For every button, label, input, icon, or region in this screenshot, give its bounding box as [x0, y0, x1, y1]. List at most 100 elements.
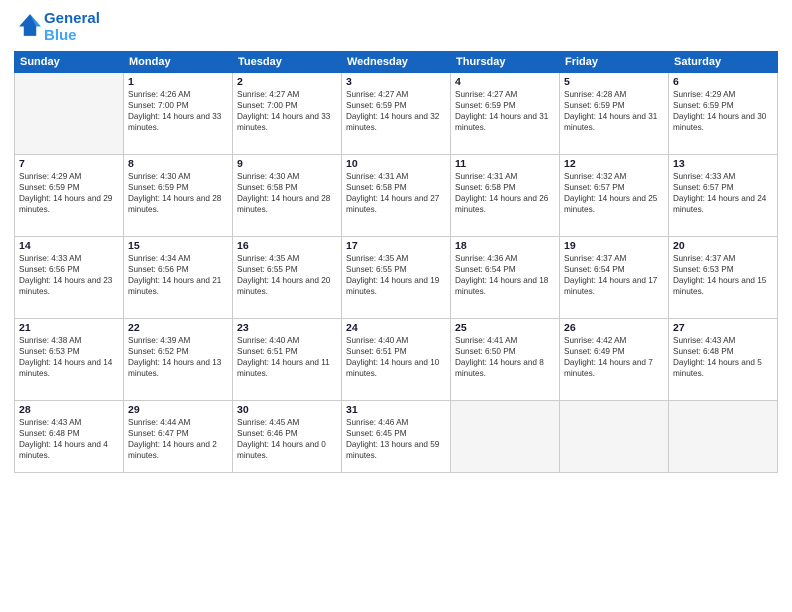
day-info: Sunrise: 4:37 AMSunset: 6:54 PMDaylight:…	[564, 253, 664, 297]
day-number: 17	[346, 240, 446, 252]
calendar-day-cell: 24Sunrise: 4:40 AMSunset: 6:51 PMDayligh…	[342, 318, 451, 400]
day-info: Sunrise: 4:30 AMSunset: 6:58 PMDaylight:…	[237, 171, 337, 215]
day-info: Sunrise: 4:27 AMSunset: 7:00 PMDaylight:…	[237, 89, 337, 133]
day-info: Sunrise: 4:33 AMSunset: 6:57 PMDaylight:…	[673, 171, 773, 215]
day-info: Sunrise: 4:45 AMSunset: 6:46 PMDaylight:…	[237, 417, 337, 461]
calendar-day-cell: 15Sunrise: 4:34 AMSunset: 6:56 PMDayligh…	[124, 236, 233, 318]
day-number: 23	[237, 322, 337, 334]
calendar-header-tuesday: Tuesday	[233, 51, 342, 72]
calendar-day-cell: 30Sunrise: 4:45 AMSunset: 6:46 PMDayligh…	[233, 400, 342, 472]
calendar-day-cell: 22Sunrise: 4:39 AMSunset: 6:52 PMDayligh…	[124, 318, 233, 400]
day-info: Sunrise: 4:32 AMSunset: 6:57 PMDaylight:…	[564, 171, 664, 215]
calendar-day-cell: 16Sunrise: 4:35 AMSunset: 6:55 PMDayligh…	[233, 236, 342, 318]
day-number: 24	[346, 322, 446, 334]
day-number: 30	[237, 404, 337, 416]
day-number: 12	[564, 158, 664, 170]
day-info: Sunrise: 4:29 AMSunset: 6:59 PMDaylight:…	[673, 89, 773, 133]
day-info: Sunrise: 4:38 AMSunset: 6:53 PMDaylight:…	[19, 335, 119, 379]
calendar-day-cell: 29Sunrise: 4:44 AMSunset: 6:47 PMDayligh…	[124, 400, 233, 472]
day-info: Sunrise: 4:30 AMSunset: 6:59 PMDaylight:…	[128, 171, 228, 215]
day-number: 10	[346, 158, 446, 170]
calendar-day-cell: 21Sunrise: 4:38 AMSunset: 6:53 PMDayligh…	[15, 318, 124, 400]
day-number: 13	[673, 158, 773, 170]
day-number: 2	[237, 76, 337, 88]
calendar-week-row: 28Sunrise: 4:43 AMSunset: 6:48 PMDayligh…	[15, 400, 778, 472]
calendar-day-cell: 3Sunrise: 4:27 AMSunset: 6:59 PMDaylight…	[342, 72, 451, 154]
calendar-day-cell	[560, 400, 669, 472]
day-info: Sunrise: 4:31 AMSunset: 6:58 PMDaylight:…	[346, 171, 446, 215]
day-info: Sunrise: 4:40 AMSunset: 6:51 PMDaylight:…	[237, 335, 337, 379]
day-number: 20	[673, 240, 773, 252]
calendar-header-sunday: Sunday	[15, 51, 124, 72]
calendar-day-cell	[15, 72, 124, 154]
day-number: 19	[564, 240, 664, 252]
calendar-day-cell: 17Sunrise: 4:35 AMSunset: 6:55 PMDayligh…	[342, 236, 451, 318]
calendar-header-monday: Monday	[124, 51, 233, 72]
day-number: 6	[673, 76, 773, 88]
day-number: 7	[19, 158, 119, 170]
calendar-day-cell: 4Sunrise: 4:27 AMSunset: 6:59 PMDaylight…	[451, 72, 560, 154]
calendar-day-cell: 20Sunrise: 4:37 AMSunset: 6:53 PMDayligh…	[669, 236, 778, 318]
calendar-header-row: SundayMondayTuesdayWednesdayThursdayFrid…	[15, 51, 778, 72]
page: General Blue SundayMondayTuesdayWednesda…	[0, 0, 792, 612]
day-number: 31	[346, 404, 446, 416]
day-info: Sunrise: 4:34 AMSunset: 6:56 PMDaylight:…	[128, 253, 228, 297]
calendar-day-cell	[451, 400, 560, 472]
calendar-day-cell	[669, 400, 778, 472]
calendar-day-cell: 10Sunrise: 4:31 AMSunset: 6:58 PMDayligh…	[342, 154, 451, 236]
day-number: 21	[19, 322, 119, 334]
calendar-day-cell: 27Sunrise: 4:43 AMSunset: 6:48 PMDayligh…	[669, 318, 778, 400]
day-number: 27	[673, 322, 773, 334]
day-number: 29	[128, 404, 228, 416]
day-number: 3	[346, 76, 446, 88]
calendar-header-friday: Friday	[560, 51, 669, 72]
day-number: 4	[455, 76, 555, 88]
day-info: Sunrise: 4:37 AMSunset: 6:53 PMDaylight:…	[673, 253, 773, 297]
calendar-header-wednesday: Wednesday	[342, 51, 451, 72]
calendar-week-row: 21Sunrise: 4:38 AMSunset: 6:53 PMDayligh…	[15, 318, 778, 400]
day-info: Sunrise: 4:39 AMSunset: 6:52 PMDaylight:…	[128, 335, 228, 379]
calendar-day-cell: 28Sunrise: 4:43 AMSunset: 6:48 PMDayligh…	[15, 400, 124, 472]
calendar-day-cell: 5Sunrise: 4:28 AMSunset: 6:59 PMDaylight…	[560, 72, 669, 154]
day-info: Sunrise: 4:42 AMSunset: 6:49 PMDaylight:…	[564, 335, 664, 379]
calendar-day-cell: 9Sunrise: 4:30 AMSunset: 6:58 PMDaylight…	[233, 154, 342, 236]
day-info: Sunrise: 4:43 AMSunset: 6:48 PMDaylight:…	[19, 417, 119, 461]
day-number: 9	[237, 158, 337, 170]
calendar-day-cell: 19Sunrise: 4:37 AMSunset: 6:54 PMDayligh…	[560, 236, 669, 318]
day-info: Sunrise: 4:43 AMSunset: 6:48 PMDaylight:…	[673, 335, 773, 379]
calendar-day-cell: 23Sunrise: 4:40 AMSunset: 6:51 PMDayligh…	[233, 318, 342, 400]
calendar-week-row: 7Sunrise: 4:29 AMSunset: 6:59 PMDaylight…	[15, 154, 778, 236]
calendar-day-cell: 8Sunrise: 4:30 AMSunset: 6:59 PMDaylight…	[124, 154, 233, 236]
calendar-day-cell: 2Sunrise: 4:27 AMSunset: 7:00 PMDaylight…	[233, 72, 342, 154]
calendar-week-row: 14Sunrise: 4:33 AMSunset: 6:56 PMDayligh…	[15, 236, 778, 318]
calendar-header-saturday: Saturday	[669, 51, 778, 72]
day-info: Sunrise: 4:28 AMSunset: 6:59 PMDaylight:…	[564, 89, 664, 133]
calendar-day-cell: 18Sunrise: 4:36 AMSunset: 6:54 PMDayligh…	[451, 236, 560, 318]
day-info: Sunrise: 4:27 AMSunset: 6:59 PMDaylight:…	[346, 89, 446, 133]
day-number: 26	[564, 322, 664, 334]
day-number: 5	[564, 76, 664, 88]
day-info: Sunrise: 4:35 AMSunset: 6:55 PMDaylight:…	[346, 253, 446, 297]
day-number: 22	[128, 322, 228, 334]
calendar-day-cell: 14Sunrise: 4:33 AMSunset: 6:56 PMDayligh…	[15, 236, 124, 318]
logo: General Blue	[14, 10, 100, 45]
day-number: 1	[128, 76, 228, 88]
day-info: Sunrise: 4:26 AMSunset: 7:00 PMDaylight:…	[128, 89, 228, 133]
day-info: Sunrise: 4:29 AMSunset: 6:59 PMDaylight:…	[19, 171, 119, 215]
day-info: Sunrise: 4:27 AMSunset: 6:59 PMDaylight:…	[455, 89, 555, 133]
calendar-table: SundayMondayTuesdayWednesdayThursdayFrid…	[14, 51, 778, 473]
calendar-day-cell: 26Sunrise: 4:42 AMSunset: 6:49 PMDayligh…	[560, 318, 669, 400]
logo-icon	[16, 11, 44, 39]
calendar-day-cell: 11Sunrise: 4:31 AMSunset: 6:58 PMDayligh…	[451, 154, 560, 236]
calendar-day-cell: 6Sunrise: 4:29 AMSunset: 6:59 PMDaylight…	[669, 72, 778, 154]
day-info: Sunrise: 4:36 AMSunset: 6:54 PMDaylight:…	[455, 253, 555, 297]
day-number: 8	[128, 158, 228, 170]
day-number: 11	[455, 158, 555, 170]
calendar-day-cell: 25Sunrise: 4:41 AMSunset: 6:50 PMDayligh…	[451, 318, 560, 400]
day-info: Sunrise: 4:44 AMSunset: 6:47 PMDaylight:…	[128, 417, 228, 461]
day-info: Sunrise: 4:31 AMSunset: 6:58 PMDaylight:…	[455, 171, 555, 215]
calendar-day-cell: 31Sunrise: 4:46 AMSunset: 6:45 PMDayligh…	[342, 400, 451, 472]
calendar-day-cell: 7Sunrise: 4:29 AMSunset: 6:59 PMDaylight…	[15, 154, 124, 236]
day-info: Sunrise: 4:40 AMSunset: 6:51 PMDaylight:…	[346, 335, 446, 379]
logo-text: General Blue	[44, 10, 100, 45]
